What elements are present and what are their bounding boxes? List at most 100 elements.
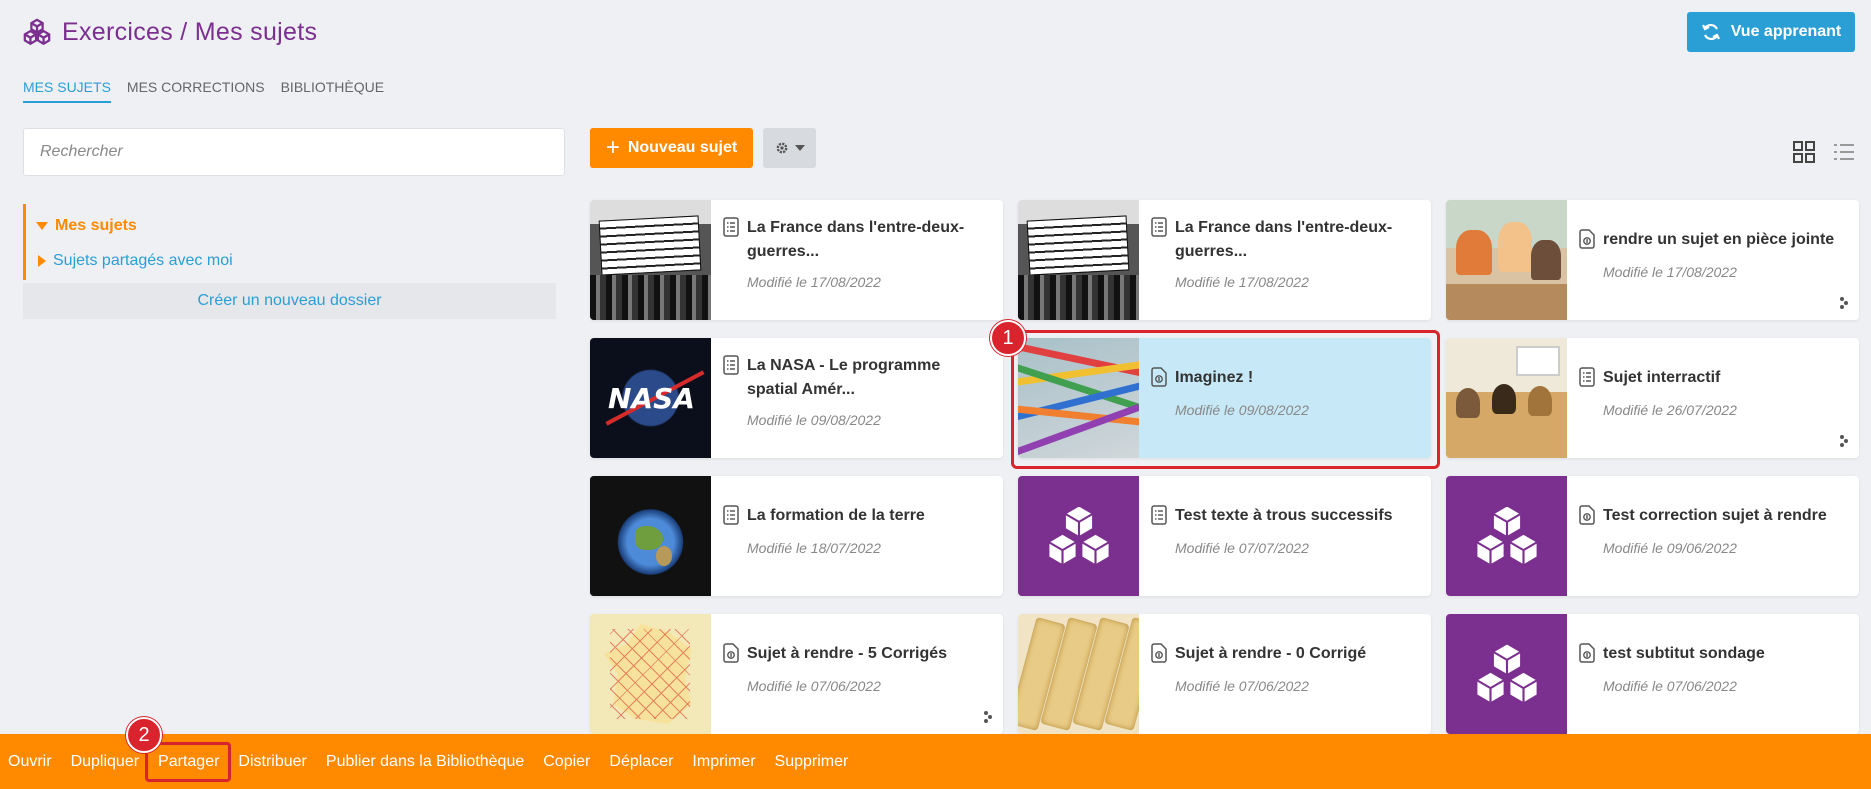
action-distribuer[interactable]: Distribuer bbox=[238, 753, 306, 771]
page-title: Exercices / Mes sujets bbox=[62, 17, 318, 46]
card-date: Modifié le 07/06/2022 bbox=[1603, 678, 1737, 694]
action-deplacer[interactable]: Déplacer bbox=[609, 753, 673, 771]
upload-doc-icon bbox=[1579, 229, 1595, 249]
card-title: rendre un sujet en pièce jointe bbox=[1603, 231, 1835, 248]
card-title: La France dans l'entre-deux-guerres... bbox=[747, 219, 965, 260]
list-doc-icon bbox=[1151, 217, 1167, 237]
card-date: Modifié le 17/08/2022 bbox=[1603, 264, 1737, 280]
card-date: Modifié le 09/08/2022 bbox=[747, 412, 881, 428]
list-doc-icon bbox=[723, 355, 739, 375]
card-date: Modifié le 09/06/2022 bbox=[1603, 540, 1737, 556]
tab-bar: MES SUJETS MES CORRECTIONS BIBLIOTHÈQUE bbox=[23, 79, 384, 103]
learner-view-button[interactable]: Vue apprenant bbox=[1687, 12, 1855, 52]
shared-icon bbox=[1840, 435, 1848, 447]
cubes-logo bbox=[1446, 476, 1567, 596]
tab-mes-sujets[interactable]: MES SUJETS bbox=[23, 79, 111, 103]
folder-label: Sujets partagés avec moi bbox=[53, 251, 233, 269]
upload-doc-icon bbox=[1151, 643, 1167, 663]
subject-card[interactable]: La formation de la terre Modifié le 18/0… bbox=[590, 476, 1003, 596]
card-date: Modifié le 18/07/2022 bbox=[747, 540, 881, 556]
upload-doc-icon bbox=[1579, 643, 1595, 663]
folder-tree: Mes sujets Sujets partagés avec moi bbox=[23, 204, 563, 280]
search-input[interactable] bbox=[23, 128, 565, 176]
folder-label: Mes sujets bbox=[55, 216, 137, 234]
action-ouvrir[interactable]: Ouvrir bbox=[8, 753, 52, 771]
classroom-photo bbox=[1446, 338, 1567, 458]
highlight-frame-2 bbox=[145, 742, 231, 782]
earth-photo bbox=[590, 476, 711, 596]
subject-card[interactable]: NASA La NASA - Le programme spatial Amér… bbox=[590, 338, 1003, 458]
classroom-laptops-photo bbox=[1446, 200, 1567, 320]
subject-card[interactable]: Sujet à rendre - 0 Corrigé Modifié le 07… bbox=[1018, 614, 1431, 734]
new-subject-button[interactable]: + Nouveau sujet bbox=[590, 128, 753, 168]
upload-doc-icon bbox=[1579, 505, 1595, 525]
card-date: Modifié le 26/07/2022 bbox=[1603, 402, 1737, 418]
card-title: Test correction sujet à rendre bbox=[1603, 507, 1827, 524]
page-header: Exercices / Mes sujets bbox=[22, 14, 317, 50]
cubes-logo bbox=[1446, 614, 1567, 734]
nasa-logo: NASA bbox=[590, 338, 711, 458]
card-date: Modifié le 17/08/2022 bbox=[1175, 274, 1309, 290]
card-date: Modifié le 07/06/2022 bbox=[747, 678, 881, 694]
refresh-icon bbox=[1701, 23, 1720, 41]
card-title: Sujet à rendre - 0 Corrigé bbox=[1175, 645, 1367, 662]
card-date: Modifié le 07/07/2022 bbox=[1175, 540, 1309, 556]
upload-doc-icon bbox=[723, 643, 739, 663]
cubes-icon bbox=[1474, 642, 1539, 705]
caret-down-icon bbox=[36, 221, 48, 230]
tab-bibliotheque[interactable]: BIBLIOTHÈQUE bbox=[281, 79, 384, 103]
cubes-icon bbox=[1046, 504, 1111, 567]
folder-mes-sujets[interactable]: Mes sujets bbox=[36, 208, 563, 243]
gear-icon bbox=[776, 142, 787, 154]
subject-card[interactable]: Sujet interractif Modifié le 26/07/2022 bbox=[1446, 338, 1859, 458]
subject-card[interactable]: La France dans l'entre-deux-guerres... M… bbox=[1018, 200, 1431, 320]
subject-card[interactable]: test subtitut sondage Modifié le 07/06/2… bbox=[1446, 614, 1859, 734]
subject-card[interactable]: rendre un sujet en pièce jointe Modifié … bbox=[1446, 200, 1859, 320]
list-doc-icon bbox=[1151, 505, 1167, 525]
cubes-icon bbox=[23, 18, 51, 45]
action-publier[interactable]: Publier dans la Bibliothèque bbox=[326, 753, 524, 771]
card-title: Sujet interractif bbox=[1603, 369, 1721, 386]
highlight-frame-1 bbox=[1011, 330, 1440, 469]
callout-badge-1: 1 bbox=[990, 320, 1026, 356]
protest-photo bbox=[590, 200, 711, 320]
subject-card[interactable]: La France dans l'entre-deux-guerres... M… bbox=[590, 200, 1003, 320]
card-date: Modifié le 17/08/2022 bbox=[747, 274, 881, 290]
plus-icon: + bbox=[605, 134, 620, 161]
protest-photo bbox=[1018, 200, 1139, 320]
new-subject-label: Nouveau sujet bbox=[627, 139, 738, 156]
shared-icon bbox=[1840, 297, 1848, 309]
callout-badge-2: 2 bbox=[126, 717, 162, 753]
cubes-logo bbox=[1018, 476, 1139, 596]
action-bar: Ouvrir Dupliquer Partager Distribuer Pub… bbox=[0, 734, 1871, 789]
shared-icon bbox=[984, 711, 992, 723]
card-date: Modifié le 07/06/2022 bbox=[1175, 678, 1309, 694]
card-title: test subtitut sondage bbox=[1603, 645, 1765, 662]
learner-view-label: Vue apprenant bbox=[1730, 23, 1842, 40]
action-imprimer[interactable]: Imprimer bbox=[692, 753, 755, 771]
folder-sujets-partages[interactable]: Sujets partagés avec moi bbox=[36, 243, 563, 278]
cubes-icon bbox=[1474, 504, 1539, 567]
caret-right-icon bbox=[38, 254, 46, 267]
list-doc-icon bbox=[1579, 367, 1595, 387]
settings-dropdown-button[interactable] bbox=[763, 128, 816, 168]
card-title: Test texte à trous successifs bbox=[1175, 507, 1393, 524]
new-folder-button[interactable]: Créer un nouveau dossier bbox=[23, 283, 556, 319]
card-title: Sujet à rendre - 5 Corrigés bbox=[747, 645, 948, 662]
card-title: La formation de la terre bbox=[747, 507, 925, 524]
grid-view-icon[interactable] bbox=[1793, 141, 1815, 163]
list-doc-icon bbox=[723, 217, 739, 237]
bread-photo bbox=[1018, 614, 1139, 734]
subject-card[interactable]: Test correction sujet à rendre Modifié l… bbox=[1446, 476, 1859, 596]
action-supprimer[interactable]: Supprimer bbox=[775, 753, 849, 771]
chevron-down-icon bbox=[794, 145, 805, 151]
subject-card[interactable]: Test texte à trous successifs Modifié le… bbox=[1018, 476, 1431, 596]
subject-card[interactable]: Sujet à rendre - 5 Corrigés Modifié le 0… bbox=[590, 614, 1003, 734]
card-title: La NASA - Le programme spatial Amér... bbox=[747, 357, 941, 398]
action-copier[interactable]: Copier bbox=[543, 753, 590, 771]
list-view-icon[interactable] bbox=[1833, 141, 1855, 163]
action-dupliquer[interactable]: Dupliquer bbox=[71, 753, 139, 771]
list-doc-icon bbox=[723, 505, 739, 525]
tab-mes-corrections[interactable]: MES CORRECTIONS bbox=[127, 79, 265, 103]
card-title: La France dans l'entre-deux-guerres... bbox=[1175, 219, 1393, 260]
